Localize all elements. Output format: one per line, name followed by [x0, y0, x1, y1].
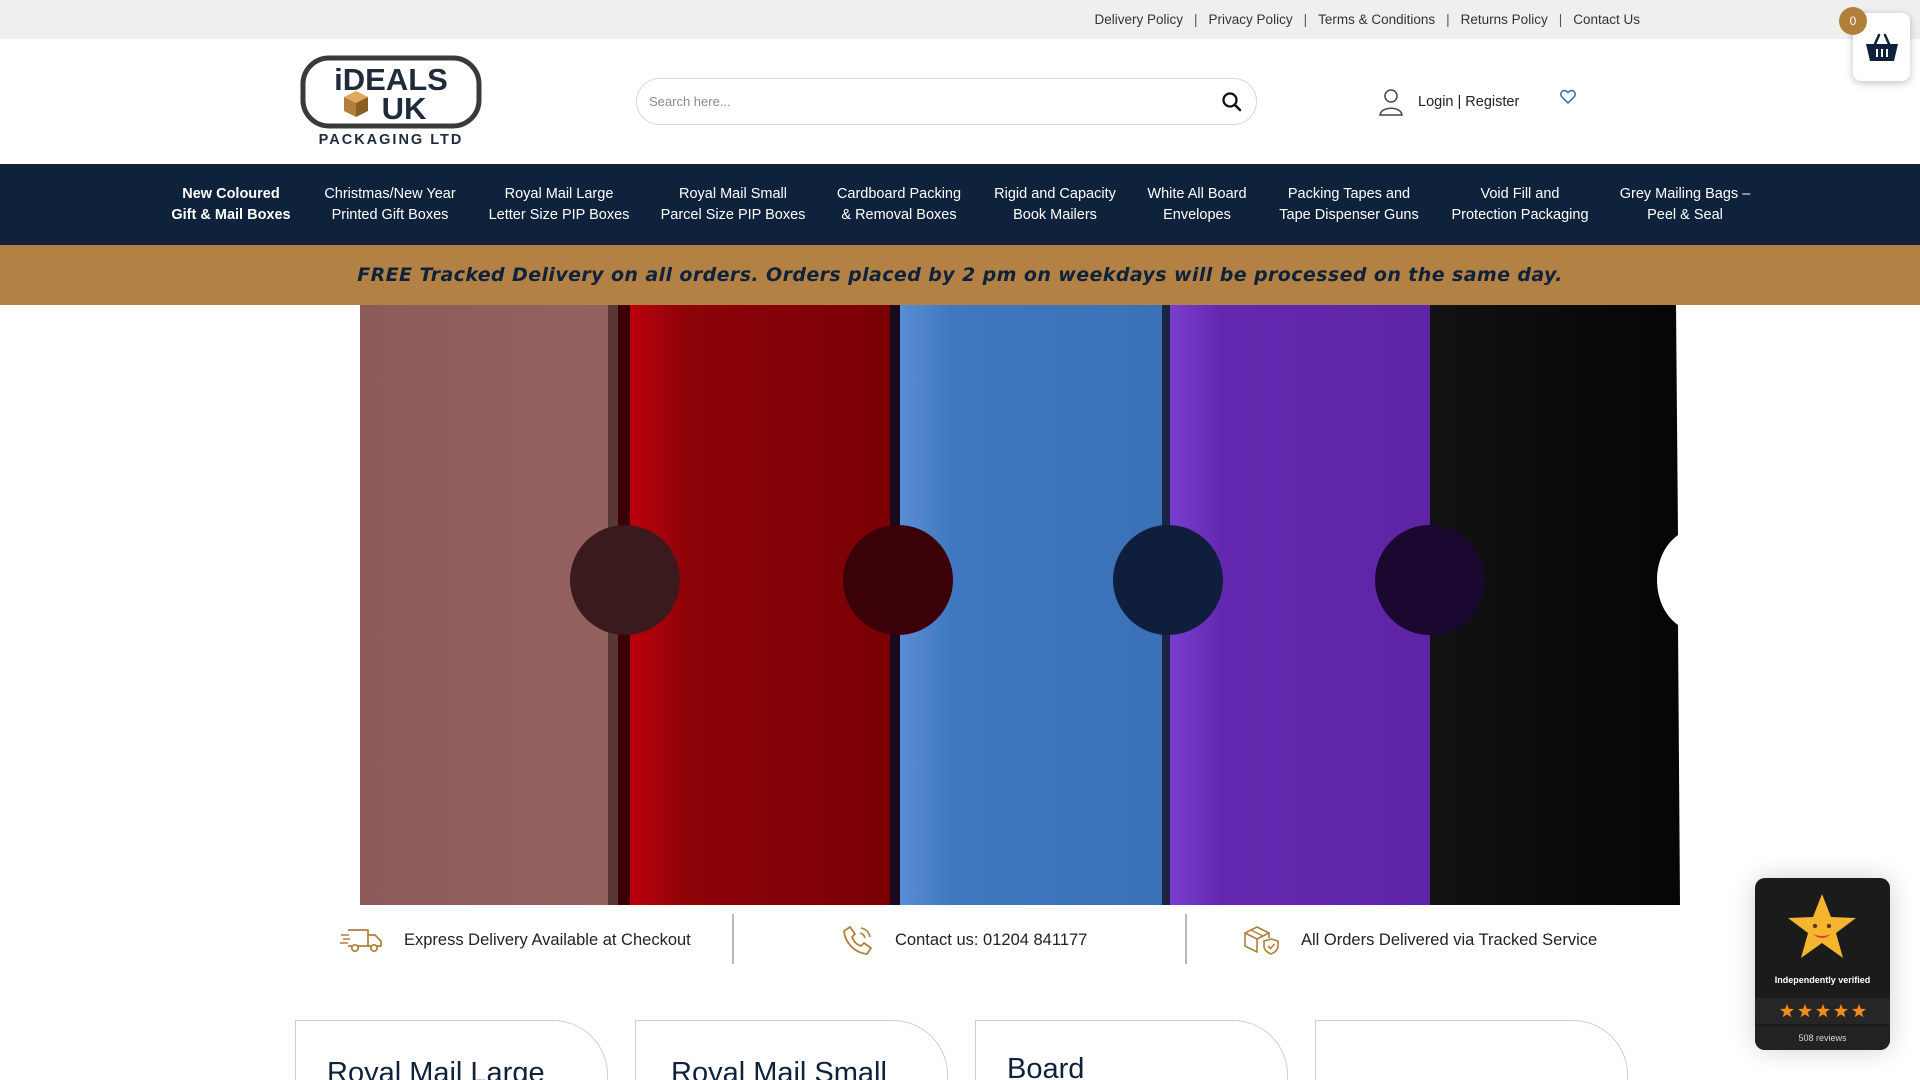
card-title: Board	[1007, 1053, 1085, 1080]
category-card-fourth[interactable]	[1315, 1020, 1628, 1080]
feature-contact-phone-text: Contact us: 01204 841177	[895, 930, 1088, 949]
nav-item-royal-mail-large-letter-boxes[interactable]: Royal Mail Large Letter Size PIP Boxes	[489, 164, 630, 245]
category-card-royal-mail-large[interactable]: Royal Mail Large	[295, 1020, 608, 1080]
delivery-truck-icon	[340, 929, 382, 953]
star-icon	[1779, 1004, 1794, 1018]
card-title: Royal Mail Small	[671, 1057, 887, 1080]
link-separator: |	[1194, 12, 1198, 27]
nav-item-new-coloured-gift-mail-boxes[interactable]: New Coloured Gift & Mail Boxes	[171, 164, 290, 245]
category-card-royal-mail-small[interactable]: Royal Mail Small	[635, 1020, 948, 1080]
tracked-parcel-icon	[1244, 926, 1279, 955]
login-register-link[interactable]: Login | Register	[1378, 84, 1519, 120]
category-card-board[interactable]: Board	[975, 1020, 1288, 1080]
link-separator: |	[1446, 12, 1450, 27]
nav-item-cardboard-packing-removal-boxes[interactable]: Cardboard Packing & Removal Boxes	[837, 164, 961, 245]
phone-icon	[843, 926, 872, 955]
feature-tracked-service-text: All Orders Delivered via Tracked Service	[1301, 930, 1598, 949]
independently-verified-label: Independently verified	[1774, 975, 1871, 985]
feature-divider	[732, 914, 734, 964]
reviews-badge[interactable]: Independently verified 508 reviews	[1755, 878, 1890, 1050]
feature-divider	[1185, 914, 1187, 964]
review-count: 508 reviews	[1755, 1026, 1890, 1050]
hero-banner-image[interactable]	[360, 305, 1686, 905]
policy-links: Delivery Policy | Privacy Policy | Terms…	[1095, 0, 1641, 39]
basket-icon	[1866, 33, 1898, 61]
search-icon[interactable]	[1220, 90, 1244, 114]
star-icon	[1833, 1004, 1848, 1018]
feature-strip: Express Delivery Available at Checkout C…	[0, 905, 1920, 975]
star-icon	[1851, 1004, 1866, 1018]
contact-us-link[interactable]: Contact Us	[1573, 12, 1640, 27]
nav-item-christmas-printed-gift-boxes[interactable]: Christmas/New Year Printed Gift Boxes	[324, 164, 455, 245]
promo-text: FREE Tracked Delivery on all orders. Ord…	[357, 264, 1563, 286]
feature-tracked-service: All Orders Delivered via Tracked Service	[1243, 921, 1597, 959]
nav-item-royal-mail-small-parcel-boxes[interactable]: Royal Mail Small Parcel Size PIP Boxes	[661, 164, 806, 245]
top-utility-bar: Delivery Policy | Privacy Policy | Terms…	[0, 0, 1920, 39]
nav-item-void-fill-protection-packaging[interactable]: Void Fill and Protection Packaging	[1451, 164, 1588, 245]
login-register-label: Login | Register	[1418, 94, 1520, 110]
link-separator: |	[1303, 12, 1308, 27]
nav-item-packing-tapes-dispenser-guns[interactable]: Packing Tapes and Tape Dispenser Guns	[1279, 164, 1418, 245]
wishlist-heart-icon[interactable]	[1559, 88, 1577, 106]
main-navigation: New Coloured Gift & Mail Boxes Christmas…	[0, 164, 1920, 245]
cart-count-badge: 0	[1839, 7, 1867, 35]
terms-conditions-link[interactable]: Terms & Conditions	[1318, 12, 1435, 27]
search-input[interactable]	[649, 79, 1209, 124]
link-separator: |	[1558, 12, 1563, 27]
card-title: Royal Mail Large	[327, 1057, 545, 1080]
nav-item-white-all-board-envelopes[interactable]: White All Board Envelopes	[1147, 164, 1246, 245]
feature-express-delivery: Express Delivery Available at Checkout	[340, 921, 691, 959]
svg-text:PACKAGING LTD: PACKAGING LTD	[319, 132, 464, 148]
nav-item-grey-mailing-bags[interactable]: Grey Mailing Bags – Peel & Seal	[1620, 164, 1751, 245]
rating-stars	[1755, 998, 1890, 1024]
ideals-uk-logo[interactable]: iDEALS UK PACKAGING LTD	[300, 55, 482, 149]
free-delivery-banner: FREE Tracked Delivery on all orders. Ord…	[0, 245, 1920, 305]
privacy-policy-link[interactable]: Privacy Policy	[1209, 12, 1293, 27]
svg-text:UK: UK	[382, 91, 427, 126]
coloured-boxes-image	[360, 305, 1686, 905]
smiling-star-icon	[1788, 894, 1856, 958]
star-icon	[1815, 1004, 1830, 1018]
site-header: iDEALS UK PACKAGING LTD Login | Register	[0, 39, 1920, 164]
search-bar	[636, 78, 1257, 125]
star-icon	[1797, 1004, 1812, 1018]
feature-express-delivery-text: Express Delivery Available at Checkout	[404, 930, 691, 949]
nav-item-rigid-capacity-book-mailers[interactable]: Rigid and Capacity Book Mailers	[994, 164, 1116, 245]
returns-policy-link[interactable]: Returns Policy	[1461, 12, 1548, 27]
user-icon	[1379, 89, 1403, 116]
feature-contact-phone: Contact us: 01204 841177	[841, 921, 1087, 959]
delivery-policy-link[interactable]: Delivery Policy	[1095, 12, 1184, 27]
